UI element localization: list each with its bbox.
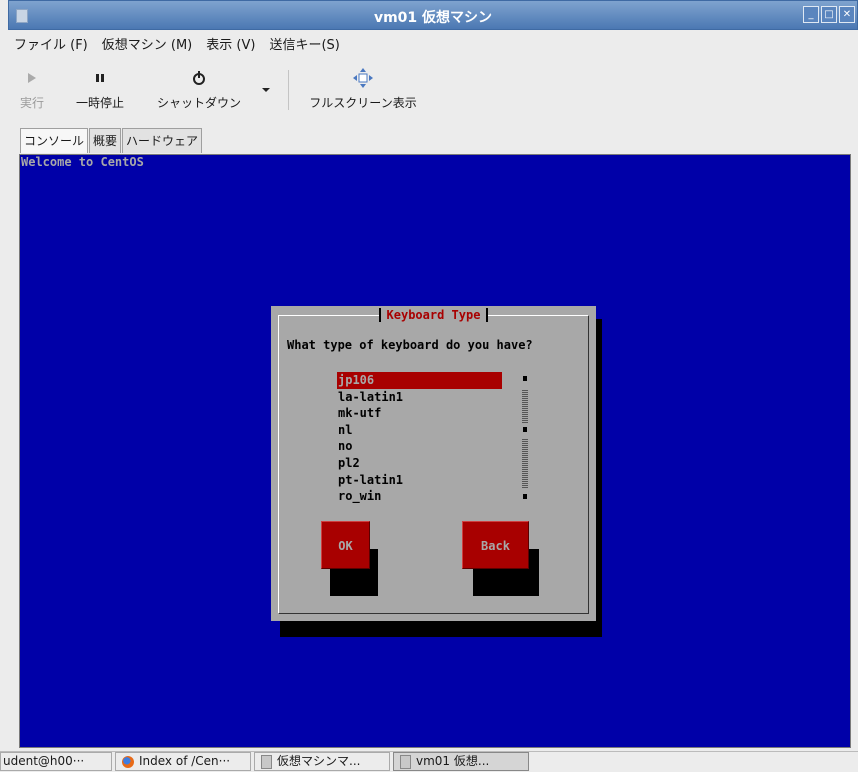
maximize-icon[interactable]: □ (821, 6, 837, 23)
window-title: vm01 仮想マシン (373, 10, 493, 26)
keyboard-type-dialog: Keyboard Type What type of keyboard do y… (271, 306, 596, 621)
fullscreen-button[interactable]: フルスクリーン表示 (298, 68, 428, 111)
tab-console[interactable]: コンソール (20, 128, 89, 153)
ok-button[interactable]: OK (321, 521, 370, 569)
shutdown-button[interactable]: シャットダウン (144, 68, 254, 111)
list-item[interactable]: nl (337, 422, 527, 439)
minimize-icon[interactable]: _ (803, 6, 819, 23)
keyboard-list[interactable]: jp106 la-latin1 mk-utf nl no pl2 pt-lati… (337, 372, 527, 505)
task-vm-manager-label: 仮想マシンマ... (277, 754, 361, 768)
menu-file[interactable]: ファイル (F) (14, 34, 88, 53)
window-titlebar[interactable]: vm01 仮想マシン _ □ ✕ (8, 0, 858, 30)
scroll-track-upper (522, 390, 528, 424)
dialog-title: Keyboard Type (378, 308, 489, 322)
task-firefox-label: Index of /Cen··· (139, 754, 231, 768)
toolbar: 実行 一時停止 シャットダウン フルスクリーン表示 (8, 58, 858, 124)
toolbar-separator (288, 70, 289, 110)
task-firefox[interactable]: Index of /Cen··· (115, 752, 251, 771)
fullscreen-icon (298, 68, 428, 88)
task-vm-manager[interactable]: 仮想マシンマ... (254, 752, 390, 771)
pause-button[interactable]: 一時停止 (60, 68, 140, 111)
tab-overview[interactable]: 概要 (89, 128, 122, 153)
fullscreen-label: フルスクリーン表示 (309, 96, 417, 110)
menu-bar: ファイル (F) 仮想マシン (M) 表示 (V) 送信キー(S) (8, 30, 858, 56)
dialog-title-wrap: Keyboard Type (271, 308, 596, 323)
list-item[interactable]: mk-utf (337, 405, 527, 422)
menu-view[interactable]: 表示 (V) (206, 34, 255, 53)
list-item[interactable]: no (337, 438, 527, 455)
vm-window-icon (400, 754, 411, 769)
task-terminal-label: udent@h00··· (3, 754, 85, 768)
welcome-text: Welcome to CentOS (21, 155, 144, 169)
close-icon[interactable]: ✕ (839, 6, 855, 23)
scroll-track-lower (522, 439, 528, 489)
run-button[interactable]: 実行 (12, 68, 52, 111)
back-button[interactable]: Back (462, 521, 529, 569)
scroll-down-marker (523, 494, 527, 499)
pause-icon (60, 68, 140, 88)
dialog-question: What type of keyboard do you have? (287, 338, 533, 352)
list-item[interactable]: jp106 (337, 372, 502, 389)
menu-send-key[interactable]: 送信キー(S) (269, 34, 339, 53)
view-tabs: コンソール 概要 ハードウェア (20, 128, 203, 154)
task-terminal[interactable]: udent@h00··· (0, 752, 112, 771)
vm-manager-icon (261, 754, 272, 769)
menu-vm[interactable]: 仮想マシン (M) (102, 34, 193, 53)
scroll-thumb[interactable] (523, 427, 527, 432)
list-item[interactable]: la-latin1 (337, 389, 527, 406)
task-vm01-label: vm01 仮想... (416, 754, 490, 768)
list-scrollbar[interactable] (522, 376, 528, 500)
pause-label: 一時停止 (75, 96, 124, 110)
task-vm01[interactable]: vm01 仮想... (393, 752, 529, 771)
list-item[interactable]: pl2 (337, 455, 527, 472)
shutdown-menu-button[interactable] (258, 80, 274, 100)
list-item[interactable]: ro_win (337, 488, 527, 505)
run-label: 実行 (19, 96, 44, 110)
power-icon (144, 68, 254, 88)
play-icon (12, 68, 52, 88)
tab-hardware[interactable]: ハードウェア (122, 128, 203, 153)
taskbar: udent@h00··· Index of /Cen··· 仮想マシンマ... … (0, 751, 858, 772)
shutdown-label: シャットダウン (156, 96, 241, 110)
vm-console[interactable]: Welcome to CentOS Keyboard Type What typ… (19, 154, 851, 748)
scroll-up-marker (523, 376, 527, 381)
chevron-down-icon (258, 80, 274, 100)
list-item[interactable]: pt-latin1 (337, 472, 527, 489)
firefox-icon (122, 755, 134, 768)
